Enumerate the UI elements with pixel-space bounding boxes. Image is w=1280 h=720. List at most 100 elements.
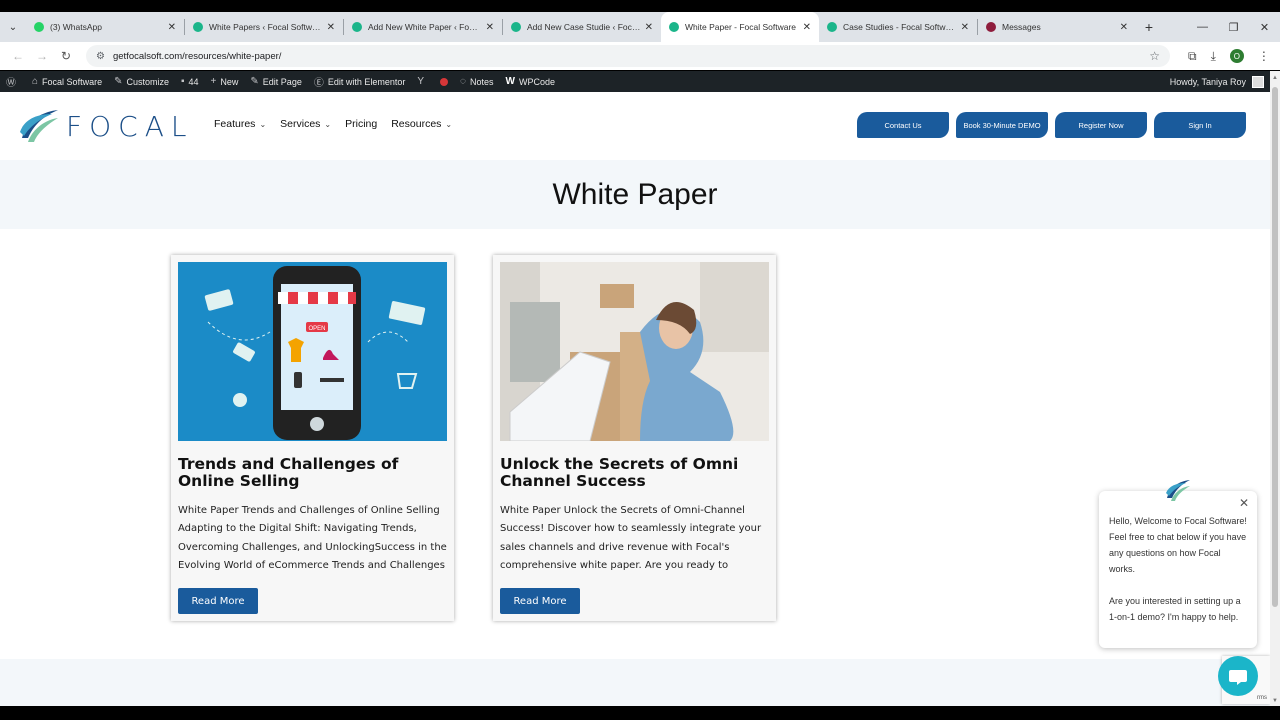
wp-account-menu[interactable]: Howdy, Taniya Roy <box>1170 75 1264 88</box>
close-tab-icon[interactable]: ✕ <box>327 22 335 33</box>
white-paper-card: Unlock the Secrets of Omni Channel Succe… <box>493 255 776 621</box>
scroll-up-icon[interactable]: ▲ <box>1272 75 1278 81</box>
whatsapp-favicon-icon <box>34 22 44 32</box>
wp-elementor-link[interactable]: Ⓔ Edit with Elementor <box>313 74 406 90</box>
chat-message-demo: Are you interested in setting up a 1-on-… <box>1109 596 1241 622</box>
tab-white-paper-active[interactable]: White Paper - Focal Software ✕ <box>661 12 819 42</box>
chat-message-welcome: Hello, Welcome to Focal Software! <box>1109 516 1247 526</box>
download-icon[interactable]: ⤓ <box>1211 49 1216 64</box>
chat-greeting-popup: ✕ Hello, Welcome to Focal Software! Feel… <box>1099 491 1257 648</box>
bookmark-star-icon[interactable]: ☆ <box>1149 49 1160 63</box>
close-tab-icon[interactable]: ✕ <box>1120 22 1128 33</box>
focal-favicon-icon <box>193 22 203 32</box>
open-sign-text: OPEN <box>308 326 325 332</box>
scroll-down-icon[interactable]: ▼ <box>1272 698 1278 704</box>
tab-add-white-paper[interactable]: Add New White Paper ‹ Focal S ✕ <box>344 12 502 42</box>
focal-favicon-icon <box>827 22 837 32</box>
wp-comments-link[interactable]: ▪ 44 <box>181 76 199 87</box>
nav-resources[interactable]: Resources ⌄ <box>391 118 452 130</box>
wp-new-link[interactable]: + New <box>211 76 239 87</box>
focal-logo[interactable]: FOCAL <box>18 108 193 144</box>
close-tab-icon[interactable]: ✕ <box>486 22 494 33</box>
browser-tab-bar: ⌄ (3) WhatsApp ✕ White Papers ‹ Focal Sof… <box>0 12 1280 42</box>
book-demo-button[interactable]: Book 30-Minute DEMO <box>956 112 1048 138</box>
chat-bubble-icon <box>1229 670 1247 685</box>
wp-site-link[interactable]: ⌂ Focal Software <box>32 76 102 87</box>
yoast-icon[interactable]: Y <box>417 76 428 87</box>
wp-logo-icon[interactable]: Ⓦ <box>6 74 20 89</box>
focal-favicon-icon <box>352 22 362 32</box>
site-header: FOCAL Features ⌄ Services ⌄ Pricing Resour… <box>0 92 1270 160</box>
tab-case-studies[interactable]: Case Studies - Focal Software ✕ <box>819 12 977 42</box>
tab-search-icon[interactable]: ⌄ <box>0 12 26 42</box>
comment-icon: ▪ <box>180 76 185 87</box>
close-tab-icon[interactable]: ✕ <box>961 22 969 33</box>
main-nav: Features ⌄ Services ⌄ Pricing Resources ⌄ <box>214 118 452 130</box>
woman-computer-photo <box>500 262 769 441</box>
site-info-icon[interactable]: ⚙ <box>96 51 105 62</box>
focal-favicon-icon <box>669 22 679 32</box>
focal-favicon-icon <box>511 22 521 32</box>
wp-customize-link[interactable]: ✎ Customize <box>114 76 169 87</box>
window-controls: — ❐ ✕ <box>1187 21 1280 34</box>
close-icon[interactable]: ✕ <box>1239 495 1249 511</box>
card-title[interactable]: Unlock the Secrets of Omni Channel Succe… <box>500 456 769 490</box>
forward-icon[interactable]: → <box>30 49 54 63</box>
new-tab-icon[interactable]: + <box>1136 19 1162 35</box>
chevron-down-icon: ⌄ <box>259 119 267 129</box>
brush-icon: ✎ <box>114 76 123 87</box>
url-field[interactable]: ⚙ getfocalsoft.com/resources/white-paper… <box>86 45 1170 67</box>
footer-band <box>0 659 1270 706</box>
chevron-down-icon: ⌄ <box>445 119 453 129</box>
wp-edit-page-link[interactable]: ✎ Edit Page <box>250 76 301 87</box>
close-tab-icon[interactable]: ✕ <box>645 22 653 33</box>
scrollbar-thumb[interactable] <box>1272 87 1278 607</box>
header-buttons: Contact Us Book 30-Minute DEMO Register … <box>857 112 1246 138</box>
profile-avatar[interactable]: O <box>1229 49 1244 63</box>
sign-in-button[interactable]: Sign In <box>1154 112 1246 138</box>
wp-wpcode-link[interactable]: W WPCode <box>506 76 555 87</box>
page-scrollbar[interactable]: ▲ ▼ <box>1270 71 1280 706</box>
chat-spacer <box>1109 577 1247 593</box>
nav-features[interactable]: Features ⌄ <box>214 118 266 130</box>
card-image-woman-at-computer[interactable] <box>500 262 769 441</box>
close-tab-icon[interactable]: ✕ <box>168 22 176 33</box>
restore-icon[interactable]: ❐ <box>1218 21 1249 34</box>
logo-wordmark: FOCAL <box>66 109 194 143</box>
close-tab-icon[interactable]: ✕ <box>803 22 811 33</box>
chevron-down-icon: ⌄ <box>324 119 332 129</box>
wp-notes-link[interactable]: ◌ Notes <box>460 76 493 87</box>
avatar <box>1252 75 1264 88</box>
nav-services[interactable]: Services ⌄ <box>280 118 331 130</box>
chat-message-help: Feel free to chat below if you have any … <box>1109 532 1247 574</box>
tab-add-case-study[interactable]: Add New Case Studie ‹ Focal S ✕ <box>503 12 661 42</box>
extensions-icon[interactable]: ⧉ <box>1188 49 1197 64</box>
page-title: White Paper <box>552 177 718 211</box>
nav-pricing[interactable]: Pricing <box>345 118 377 130</box>
tab-white-papers[interactable]: White Papers ‹ Focal Software — ✕ <box>185 12 343 42</box>
address-bar: ← → ↻ ⚙ getfocalsoft.com/resources/white… <box>0 42 1280 70</box>
read-more-button[interactable]: Read More <box>500 588 580 614</box>
wpcode-icon: W <box>505 76 515 87</box>
card-image-phone-shopping[interactable]: OPEN <box>178 262 447 441</box>
seo-status-icon <box>440 77 449 86</box>
contact-us-button[interactable]: Contact Us <box>857 112 949 138</box>
tab-whatsapp[interactable]: (3) WhatsApp ✕ <box>26 12 184 42</box>
plus-icon: + <box>210 76 217 87</box>
read-more-button[interactable]: Read More <box>178 588 258 614</box>
minimize-icon[interactable]: — <box>1187 21 1218 34</box>
wp-admin-bar: Ⓦ ⌂ Focal Software ✎ Customize ▪ 44 + New ✎ E… <box>0 71 1270 92</box>
tab-messages[interactable]: Messages ✕ <box>978 12 1136 42</box>
menu-dots-icon[interactable]: ⋮ <box>1258 49 1270 63</box>
close-window-icon[interactable]: ✕ <box>1249 21 1280 34</box>
white-paper-card: OPEN Trends and Challenges of Online Sel… <box>171 255 454 621</box>
reload-icon[interactable]: ↻ <box>54 49 78 63</box>
back-icon[interactable]: ← <box>6 49 30 63</box>
chat-launcher-button[interactable] <box>1218 656 1258 696</box>
messages-favicon-icon <box>986 22 996 32</box>
card-title[interactable]: Trends and Challenges of Online Selling <box>178 456 447 490</box>
elementor-icon: Ⓔ <box>313 78 324 89</box>
register-now-button[interactable]: Register Now <box>1055 112 1147 138</box>
toolbar-icons: ⧉ ⤓ O ⋮ <box>1188 49 1270 64</box>
focal-logo-icon <box>20 110 58 142</box>
